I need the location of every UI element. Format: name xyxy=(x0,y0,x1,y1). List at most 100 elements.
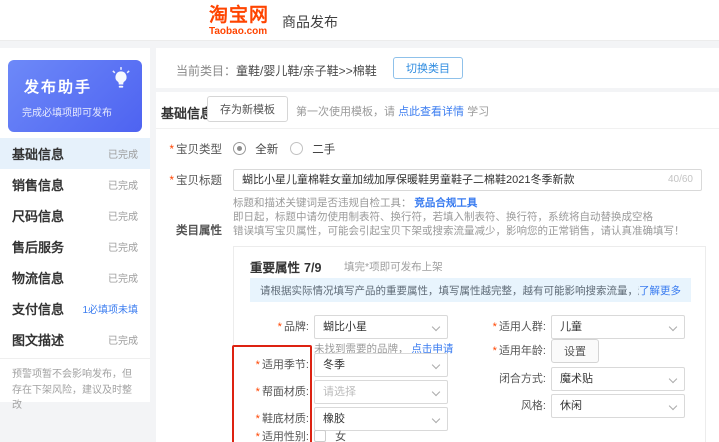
chevron-down-icon xyxy=(432,388,440,396)
save-as-template-button[interactable]: 存为新模板 xyxy=(207,96,288,122)
chevron-down-icon xyxy=(432,361,440,369)
card-title: 重要属性 7/9 xyxy=(250,257,321,276)
upper-material-label: 帮面材质: xyxy=(234,380,309,404)
sidebar-item-label: 支付信息 xyxy=(12,299,64,318)
category-value: 童鞋/婴儿鞋/亲子鞋>>棉鞋 xyxy=(236,64,377,78)
sidebar-menu: 基础信息 已完成 销售信息 已完成 尺码信息 已完成 售后服务 已完成 物流信息… xyxy=(0,138,150,355)
chevron-down-icon xyxy=(432,415,440,423)
crowd-value: 儿童 xyxy=(560,316,582,338)
sidebar-item-label: 图文描述 xyxy=(12,330,64,349)
upper-material-select[interactable]: 请选择 xyxy=(314,380,448,404)
upper-material-placeholder: 请选择 xyxy=(323,381,356,403)
char-counter: 40/60 xyxy=(668,170,693,190)
gender-label: 适用性别: xyxy=(234,425,309,442)
category-bar: 当前类目：童鞋/婴儿鞋/亲子鞋>>棉鞋 切换类目 xyxy=(156,48,719,88)
template-tip-suffix: 学习 xyxy=(467,106,489,118)
page-title: 商品发布 xyxy=(282,12,338,32)
age-label: 适用年龄: xyxy=(466,339,546,363)
sidebar: 发布助手 完成必填项即可发布 基础信息 已完成 销售信息 已完成 尺码信息 xyxy=(0,48,150,402)
status-badge: 1必填项未填 xyxy=(82,301,138,316)
switch-category-button[interactable]: 切换类目 xyxy=(393,57,463,79)
assistant-title: 发布助手 xyxy=(24,76,92,97)
view-details-link[interactable]: 点此查看详情 xyxy=(398,106,464,118)
assistant-subtitle: 完成必填项即可发布 xyxy=(22,104,112,119)
chevron-down-icon xyxy=(432,323,440,331)
sidebar-item-logistics-info[interactable]: 物流信息 已完成 xyxy=(0,262,150,293)
style-select[interactable]: 休闲 xyxy=(551,394,685,418)
compliance-tool-link[interactable]: 竞品合规工具 xyxy=(414,197,477,209)
sidebar-item-label: 售后服务 xyxy=(12,237,64,256)
compliance-tool-line: 标题和描述关键词是否违规自检工具： 竞品合规工具 xyxy=(233,195,477,210)
sidebar-warning-note: 预警项暂不会影响发布，但存在下架风险，建议及时整改 xyxy=(0,358,150,414)
item-title-value: 蝴比小星儿童棉鞋女童加绒加厚保暖鞋男童鞋子二棉鞋2021冬季新款 xyxy=(242,170,574,190)
sole-material-select[interactable]: 橡胶 xyxy=(314,407,448,431)
taobao-logo[interactable]: 淘宝网 Taobao.com xyxy=(209,6,269,37)
status-badge: 已完成 xyxy=(108,146,138,161)
radio-label: 二手 xyxy=(312,144,335,156)
important-attrs-card: 重要属性 7/9 填完*项即可发布上架 请根据实际情况填写产品的重要属性，填写属性… xyxy=(233,246,706,442)
item-title-row: 宝贝标题 蝴比小星儿童棉鞋女童加绒加厚保暖鞋男童鞋子二棉鞋2021冬季新款 40… xyxy=(156,169,719,191)
sidebar-item-label: 尺码信息 xyxy=(12,206,64,225)
logo-subtext: Taobao.com xyxy=(209,26,269,37)
category-attr-row: 类目属性 错误填写宝贝属性，可能会引起宝贝下架或搜索流量减少，影响您的正常销售，… xyxy=(156,222,719,240)
closure-value: 魔术贴 xyxy=(560,368,593,390)
chevron-down-icon xyxy=(669,323,677,331)
closure-label: 闭合方式: xyxy=(466,367,546,391)
season-value: 冬季 xyxy=(323,354,345,376)
closure-select[interactable]: 魔术贴 xyxy=(551,367,685,391)
item-title-label: 宝贝标题 xyxy=(156,169,222,193)
app-header: 淘宝网 Taobao.com 商品发布 xyxy=(0,0,719,41)
status-badge: 已完成 xyxy=(108,332,138,347)
checkbox-icon[interactable] xyxy=(314,430,326,442)
basic-info-panel: 基础信息 存为新模板 第一次使用模板，请 点此查看详情 学习 宝贝类型 全新 二… xyxy=(156,92,719,442)
section-title: 基础信息 xyxy=(161,103,213,122)
sidebar-item-sales-info[interactable]: 销售信息 已完成 xyxy=(0,169,150,200)
card-subtitle: 填完*项即可发布上架 xyxy=(344,259,443,274)
chevron-down-icon xyxy=(669,375,677,383)
item-title-input[interactable]: 蝴比小星儿童棉鞋女童加绒加厚保暖鞋男童鞋子二棉鞋2021冬季新款 40/60 xyxy=(233,169,702,191)
brand-label: 品牌: xyxy=(234,315,309,339)
age-set-button[interactable]: 设置 xyxy=(551,339,599,363)
product-publish-page: 淘宝网 Taobao.com 商品发布 发布助手 完成必填项即可发布 基础信息 … xyxy=(0,0,719,442)
radio-checked-icon[interactable] xyxy=(233,142,246,155)
sole-material-value: 橡胶 xyxy=(323,408,345,430)
sidebar-item-description[interactable]: 图文描述 已完成 xyxy=(0,324,150,355)
radio-label: 全新 xyxy=(255,144,278,156)
season-label: 适用季节: xyxy=(234,353,309,377)
learn-more-link[interactable]: 了解更多 xyxy=(639,283,681,298)
current-category: 当前类目：童鞋/婴儿鞋/亲子鞋>>棉鞋 xyxy=(176,62,377,79)
divider xyxy=(156,128,719,129)
crowd-select[interactable]: 儿童 xyxy=(551,315,685,339)
item-type-label: 宝贝类型 xyxy=(156,138,222,162)
card-title-text: 重要属性 xyxy=(250,261,300,275)
status-badge: 已完成 xyxy=(108,239,138,254)
status-badge: 已完成 xyxy=(108,177,138,192)
radio-option-secondhand[interactable]: 二手 xyxy=(290,138,335,162)
season-select[interactable]: 冬季 xyxy=(314,353,448,377)
status-badge: 已完成 xyxy=(108,270,138,285)
category-attr-label: 类目属性 xyxy=(156,222,222,240)
attrs-hint-banner: 请根据实际情况填写产品的重要属性，填写属性越完整，越有可能影响搜索流量，越有机会… xyxy=(250,278,691,302)
radio-unchecked-icon[interactable] xyxy=(290,142,303,155)
brand-select[interactable]: 蝴比小星 xyxy=(314,315,448,339)
banner-text: 请根据实际情况填写产品的重要属性，填写属性越完整，越有可能影响搜索流量，越有机会… xyxy=(260,283,639,298)
bulb-icon xyxy=(108,66,134,92)
gender-option-female[interactable]: 女 xyxy=(314,430,346,442)
radio-option-new[interactable]: 全新 xyxy=(233,138,278,162)
card-count: 7/9 xyxy=(304,261,321,275)
publish-assistant-card[interactable]: 发布助手 完成必填项即可发布 xyxy=(8,60,142,132)
template-tip-prefix: 第一次使用模板，请 xyxy=(296,106,395,118)
sidebar-item-payment-info[interactable]: 支付信息 1必填项未填 xyxy=(0,293,150,324)
category-label: 当前类目： xyxy=(176,64,236,78)
category-attr-tip: 错误填写宝贝属性，可能会引起宝贝下架或搜索流量减少，影响您的正常销售，请认真准确… xyxy=(233,222,685,240)
status-badge: 已完成 xyxy=(108,208,138,223)
brand-value: 蝴比小星 xyxy=(323,316,367,338)
sidebar-item-label: 基础信息 xyxy=(12,144,64,163)
style-value: 休闲 xyxy=(560,395,582,417)
item-type-row: 宝贝类型 全新 二手 xyxy=(156,138,719,162)
sidebar-item-label: 物流信息 xyxy=(12,268,64,287)
sidebar-item-size-info[interactable]: 尺码信息 已完成 xyxy=(0,200,150,231)
sidebar-item-after-sales[interactable]: 售后服务 已完成 xyxy=(0,231,150,262)
sidebar-item-basic-info[interactable]: 基础信息 已完成 xyxy=(0,138,150,169)
sidebar-item-label: 销售信息 xyxy=(12,175,64,194)
